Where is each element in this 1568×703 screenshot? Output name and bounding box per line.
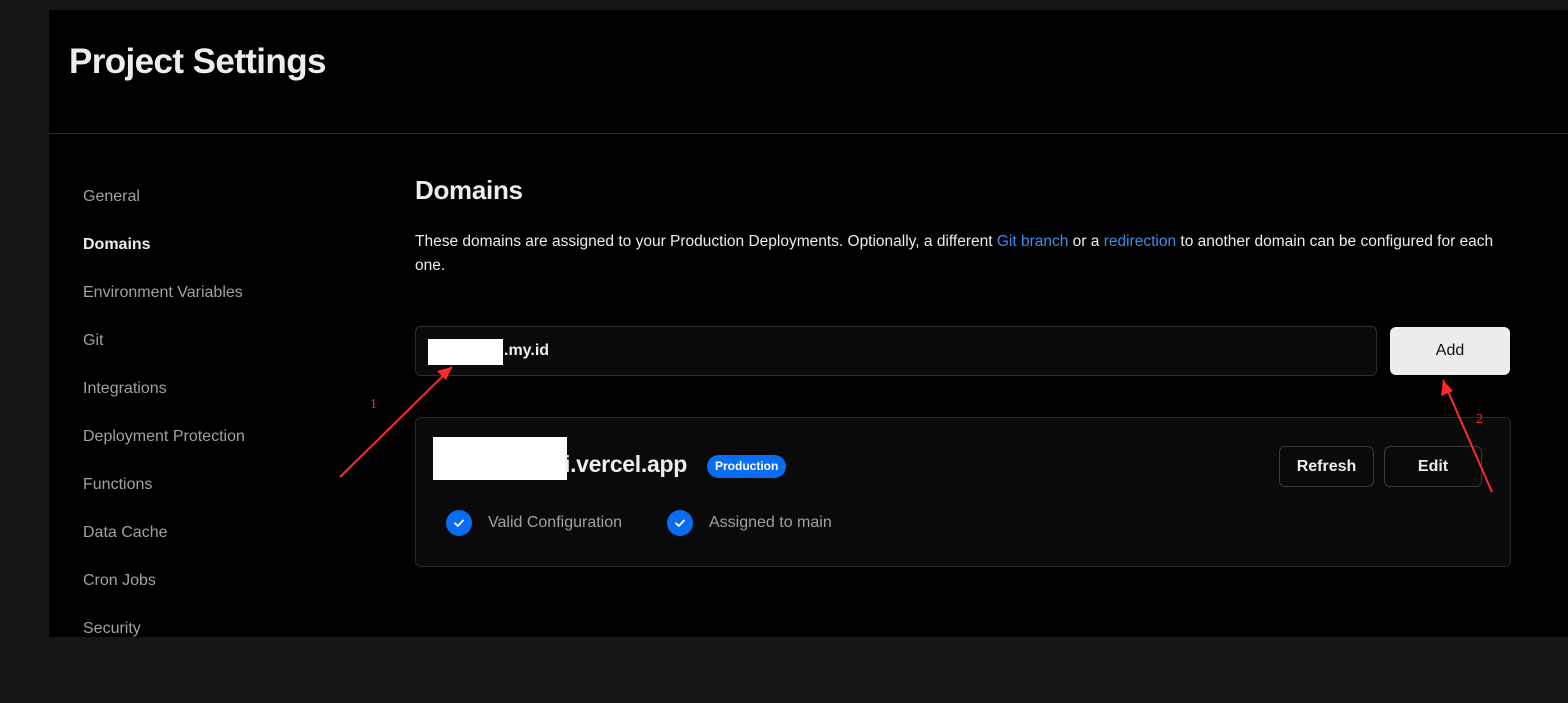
redacted-domain-prefix bbox=[433, 437, 567, 480]
check-circle-icon bbox=[667, 510, 693, 536]
page-title: Project Settings bbox=[69, 42, 326, 81]
edit-button[interactable]: Edit bbox=[1384, 446, 1482, 487]
git-branch-link[interactable]: Git branch bbox=[997, 233, 1069, 250]
sidebar-item-deployment-protection[interactable]: Deployment Protection bbox=[83, 413, 383, 461]
annotation-label-1: 1 bbox=[370, 397, 377, 412]
domain-card: i.vercel.app Production Refresh Edit Val… bbox=[415, 417, 1511, 567]
domain-input[interactable] bbox=[415, 326, 1377, 376]
status-valid-configuration: Valid Configuration bbox=[446, 510, 622, 536]
check-circle-icon bbox=[446, 510, 472, 536]
project-settings-window: Project Settings General Domains Environ… bbox=[49, 10, 1568, 637]
sidebar-item-data-cache[interactable]: Data Cache bbox=[83, 509, 383, 557]
redirection-link[interactable]: redirection bbox=[1104, 233, 1176, 250]
sidebar-item-integrations[interactable]: Integrations bbox=[83, 365, 383, 413]
description-text-2: or a bbox=[1068, 233, 1104, 250]
sidebar-item-general[interactable]: General bbox=[83, 173, 383, 221]
domains-description: These domains are assigned to your Produ… bbox=[415, 230, 1495, 278]
sidebar-item-git[interactable]: Git bbox=[83, 317, 383, 365]
add-domain-row: Add bbox=[415, 326, 1511, 376]
sidebar-item-security[interactable]: Security bbox=[83, 605, 383, 637]
refresh-button[interactable]: Refresh bbox=[1279, 446, 1374, 487]
status-assigned-to-main-label: Assigned to main bbox=[709, 514, 832, 531]
sidebar-item-domains[interactable]: Domains bbox=[83, 221, 383, 269]
add-button[interactable]: Add bbox=[1390, 327, 1510, 375]
domains-section: Domains These domains are assigned to yo… bbox=[415, 175, 1511, 567]
description-text-1: These domains are assigned to your Produ… bbox=[415, 233, 997, 250]
sidebar-item-functions[interactable]: Functions bbox=[83, 461, 383, 509]
production-badge: Production bbox=[707, 455, 787, 478]
sidebar-item-cron-jobs[interactable]: Cron Jobs bbox=[83, 557, 383, 605]
section-title: Domains bbox=[415, 175, 523, 205]
annotation-label-2: 2 bbox=[1476, 412, 1483, 427]
page-header: Project Settings bbox=[49, 10, 1568, 134]
settings-sidebar: General Domains Environment Variables Gi… bbox=[83, 173, 383, 637]
domain-link[interactable]: i.vercel.app bbox=[564, 451, 687, 478]
redacted-subdomain bbox=[428, 339, 503, 365]
status-valid-configuration-label: Valid Configuration bbox=[488, 514, 623, 531]
status-assigned-to-main: Assigned to main bbox=[667, 510, 832, 536]
sidebar-item-environment-variables[interactable]: Environment Variables bbox=[83, 269, 383, 317]
